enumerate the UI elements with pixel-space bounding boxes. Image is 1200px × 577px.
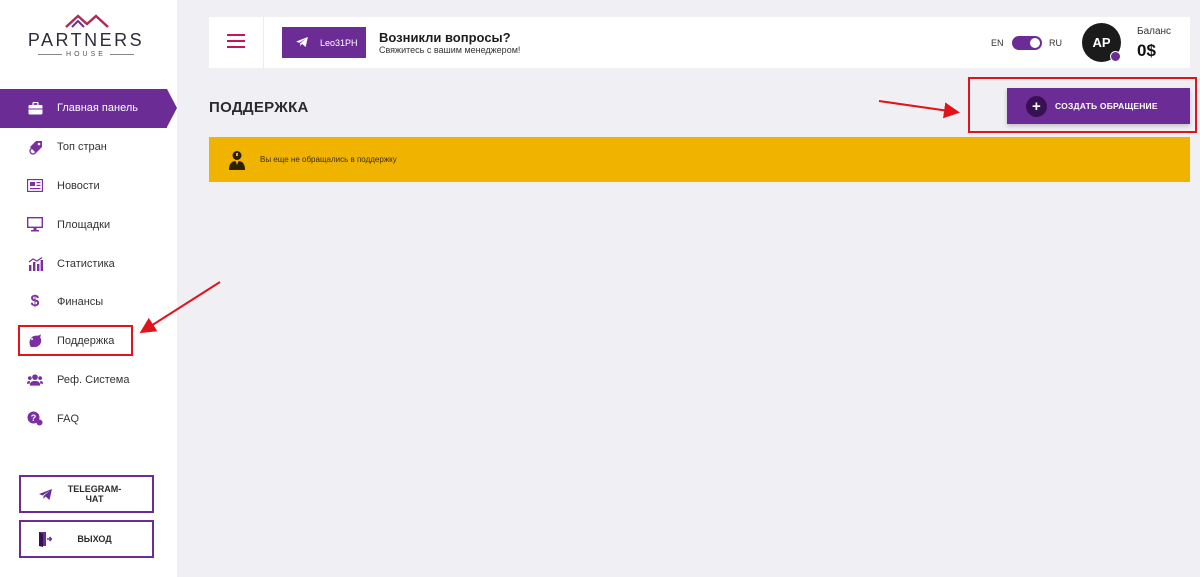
lang-ru-label[interactable]: RU xyxy=(1049,38,1062,48)
toggle-knob xyxy=(1030,38,1040,48)
sidebar-item-faq[interactable]: ? FAQ xyxy=(0,399,177,438)
monitor-icon xyxy=(27,217,43,233)
questions-title: Возникли вопросы? xyxy=(379,30,511,45)
annotation-box-create xyxy=(968,77,1197,133)
manager-telegram-button[interactable]: Leo31PH xyxy=(282,27,366,58)
sidebar-item-top-countries[interactable]: Топ стран xyxy=(0,128,177,167)
brand-name: PARTNERS xyxy=(27,30,145,50)
sidebar-item-label: Финансы xyxy=(57,296,104,309)
newspaper-icon xyxy=(27,178,43,194)
language-toggle[interactable] xyxy=(1012,36,1042,50)
menu-burger-icon[interactable] xyxy=(227,34,245,50)
manager-handle: Leo31PH xyxy=(320,37,358,48)
logout-button[interactable]: ВЫХОД xyxy=(19,520,154,558)
sidebar-item-dashboard[interactable]: Главная панель xyxy=(0,89,177,128)
questions-subtitle: Свяжитесь с вашим менеджером! xyxy=(379,45,521,55)
sidebar-item-label: FAQ xyxy=(57,412,80,425)
top-header: Leo31PH Возникли вопросы? Свяжитесь с ва… xyxy=(209,17,1190,68)
sidebar-item-news[interactable]: Новости xyxy=(0,167,177,206)
sidebar-item-label: Площадки xyxy=(57,218,111,231)
sidebar-item-finance[interactable]: $ Финансы xyxy=(0,283,177,322)
sidebar-item-label: Топ стран xyxy=(57,141,107,154)
chart-icon xyxy=(27,256,43,272)
svg-text:?: ? xyxy=(31,413,37,423)
alert-text: Вы еще не обращались в поддержку xyxy=(260,155,397,164)
sidebar-item-label: Реф. Система xyxy=(57,373,130,386)
empty-support-alert: Вы еще не обращались в поддержку xyxy=(209,137,1190,182)
brand-subtitle: HOUSE xyxy=(26,51,146,58)
telegram-chat-button[interactable]: TELEGRAM-ЧАТ xyxy=(19,475,154,513)
roof-logo-icon xyxy=(65,14,109,28)
sidebar-item-label: Главная панель xyxy=(57,102,138,115)
logout-label: ВЫХОД xyxy=(77,534,112,544)
telegram-icon xyxy=(37,488,53,500)
annotation-box-support xyxy=(18,325,133,356)
lang-en-label[interactable]: EN xyxy=(991,38,1004,48)
sidebar-item-statistics[interactable]: Статистика xyxy=(0,244,177,283)
sidebar-item-label: Статистика xyxy=(57,257,115,270)
annotation-arrow-create xyxy=(878,100,960,119)
avatar-dropdown-icon[interactable] xyxy=(1110,51,1121,62)
sidebar: PARTNERS HOUSE Главная панель Топ стран … xyxy=(0,0,177,577)
telegram-chat-label: TELEGRAM-ЧАТ xyxy=(67,484,122,504)
users-icon xyxy=(27,372,43,388)
logout-icon xyxy=(37,531,53,547)
balance-value: 0$ xyxy=(1137,41,1156,60)
globe-tag-icon xyxy=(27,139,43,155)
brand-logo[interactable]: PARTNERS HOUSE xyxy=(26,14,146,60)
sidebar-nav: Главная панель Топ стран Новости Площадк… xyxy=(0,89,177,438)
page-title: ПОДДЕРЖКА xyxy=(209,99,309,116)
dollar-icon: $ xyxy=(30,293,40,311)
balance-label: Баланс xyxy=(1137,26,1172,37)
question-icon: ? xyxy=(27,411,43,427)
support-agent-icon xyxy=(228,150,246,170)
telegram-icon xyxy=(296,36,308,49)
sidebar-item-label: Новости xyxy=(57,179,100,192)
sidebar-item-platforms[interactable]: Площадки xyxy=(0,205,177,244)
briefcase-icon xyxy=(27,100,43,116)
sidebar-item-referral[interactable]: Реф. Система xyxy=(0,361,177,400)
header-divider xyxy=(263,17,264,68)
